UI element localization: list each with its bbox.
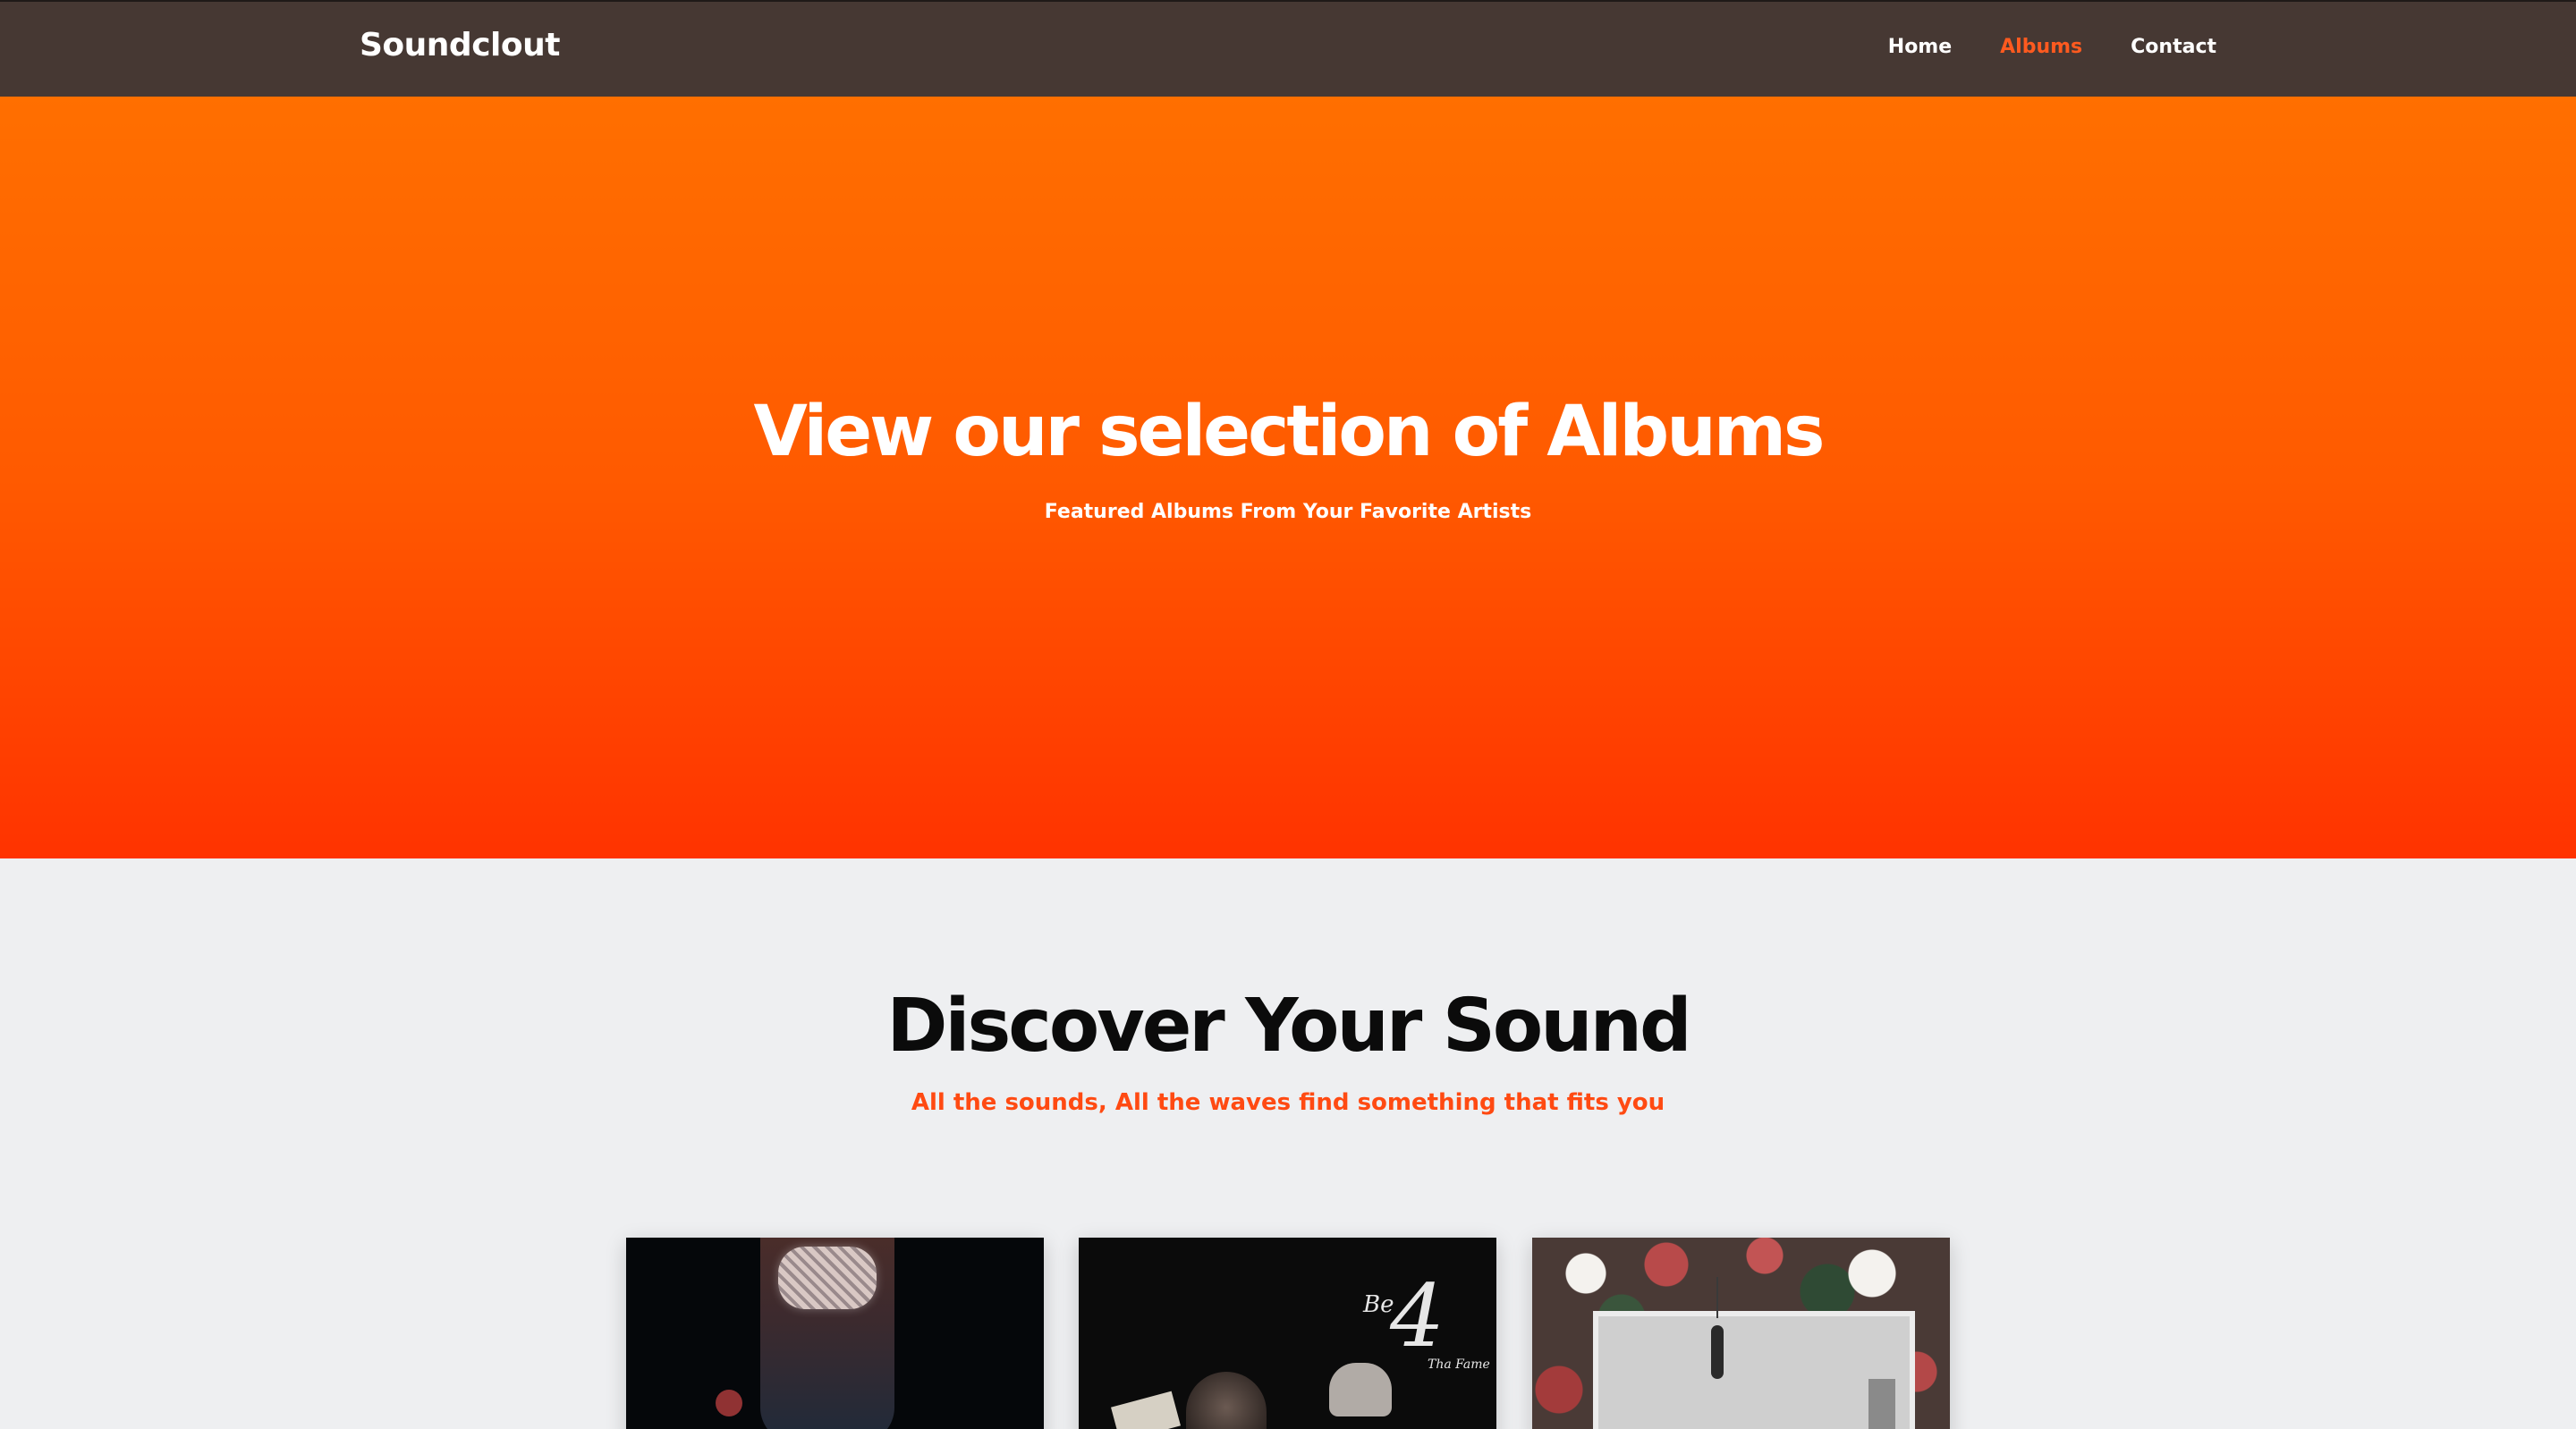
album-cover-ring xyxy=(716,1390,742,1416)
hero-banner: View our selection of Albums Featured Al… xyxy=(0,97,2576,858)
nav-link-albums[interactable]: Albums xyxy=(2000,36,2082,58)
album-cover-line xyxy=(1716,1277,1718,1318)
album-cover-frame xyxy=(1593,1311,1915,1429)
album-card-1[interactable] xyxy=(626,1238,1044,1429)
album-cover-text-four: 4 xyxy=(1390,1266,1445,1366)
section-title: Discover Your Sound xyxy=(886,984,1691,1069)
album-cover-text-fame: Tha Fame xyxy=(1428,1357,1490,1372)
hero-title: View our selection of Albums xyxy=(753,392,1826,472)
brand-logo[interactable]: Soundclout xyxy=(360,27,560,63)
navbar: Soundclout Home Albums Contact xyxy=(0,0,2576,97)
album-cover-money xyxy=(1111,1391,1181,1429)
album-card-3[interactable] xyxy=(1532,1238,1950,1429)
album-cover-tag xyxy=(1868,1379,1895,1429)
nav-link-contact[interactable]: Contact xyxy=(2131,36,2216,58)
hero-subtitle: Featured Albums From Your Favorite Artis… xyxy=(1044,501,1532,523)
album-card-2[interactable]: Be 4 Tha Fame xyxy=(1079,1238,1496,1429)
nav-link-home[interactable]: Home xyxy=(1888,36,1952,58)
album-cover-figure xyxy=(1711,1325,1724,1379)
section-subtitle: All the sounds, All the waves find somet… xyxy=(911,1089,1665,1116)
album-cover-hand xyxy=(1329,1363,1392,1416)
nav-links: Home Albums Contact xyxy=(1888,36,2216,58)
album-cover-watch xyxy=(778,1247,877,1309)
album-cover-figure xyxy=(1186,1372,1267,1429)
